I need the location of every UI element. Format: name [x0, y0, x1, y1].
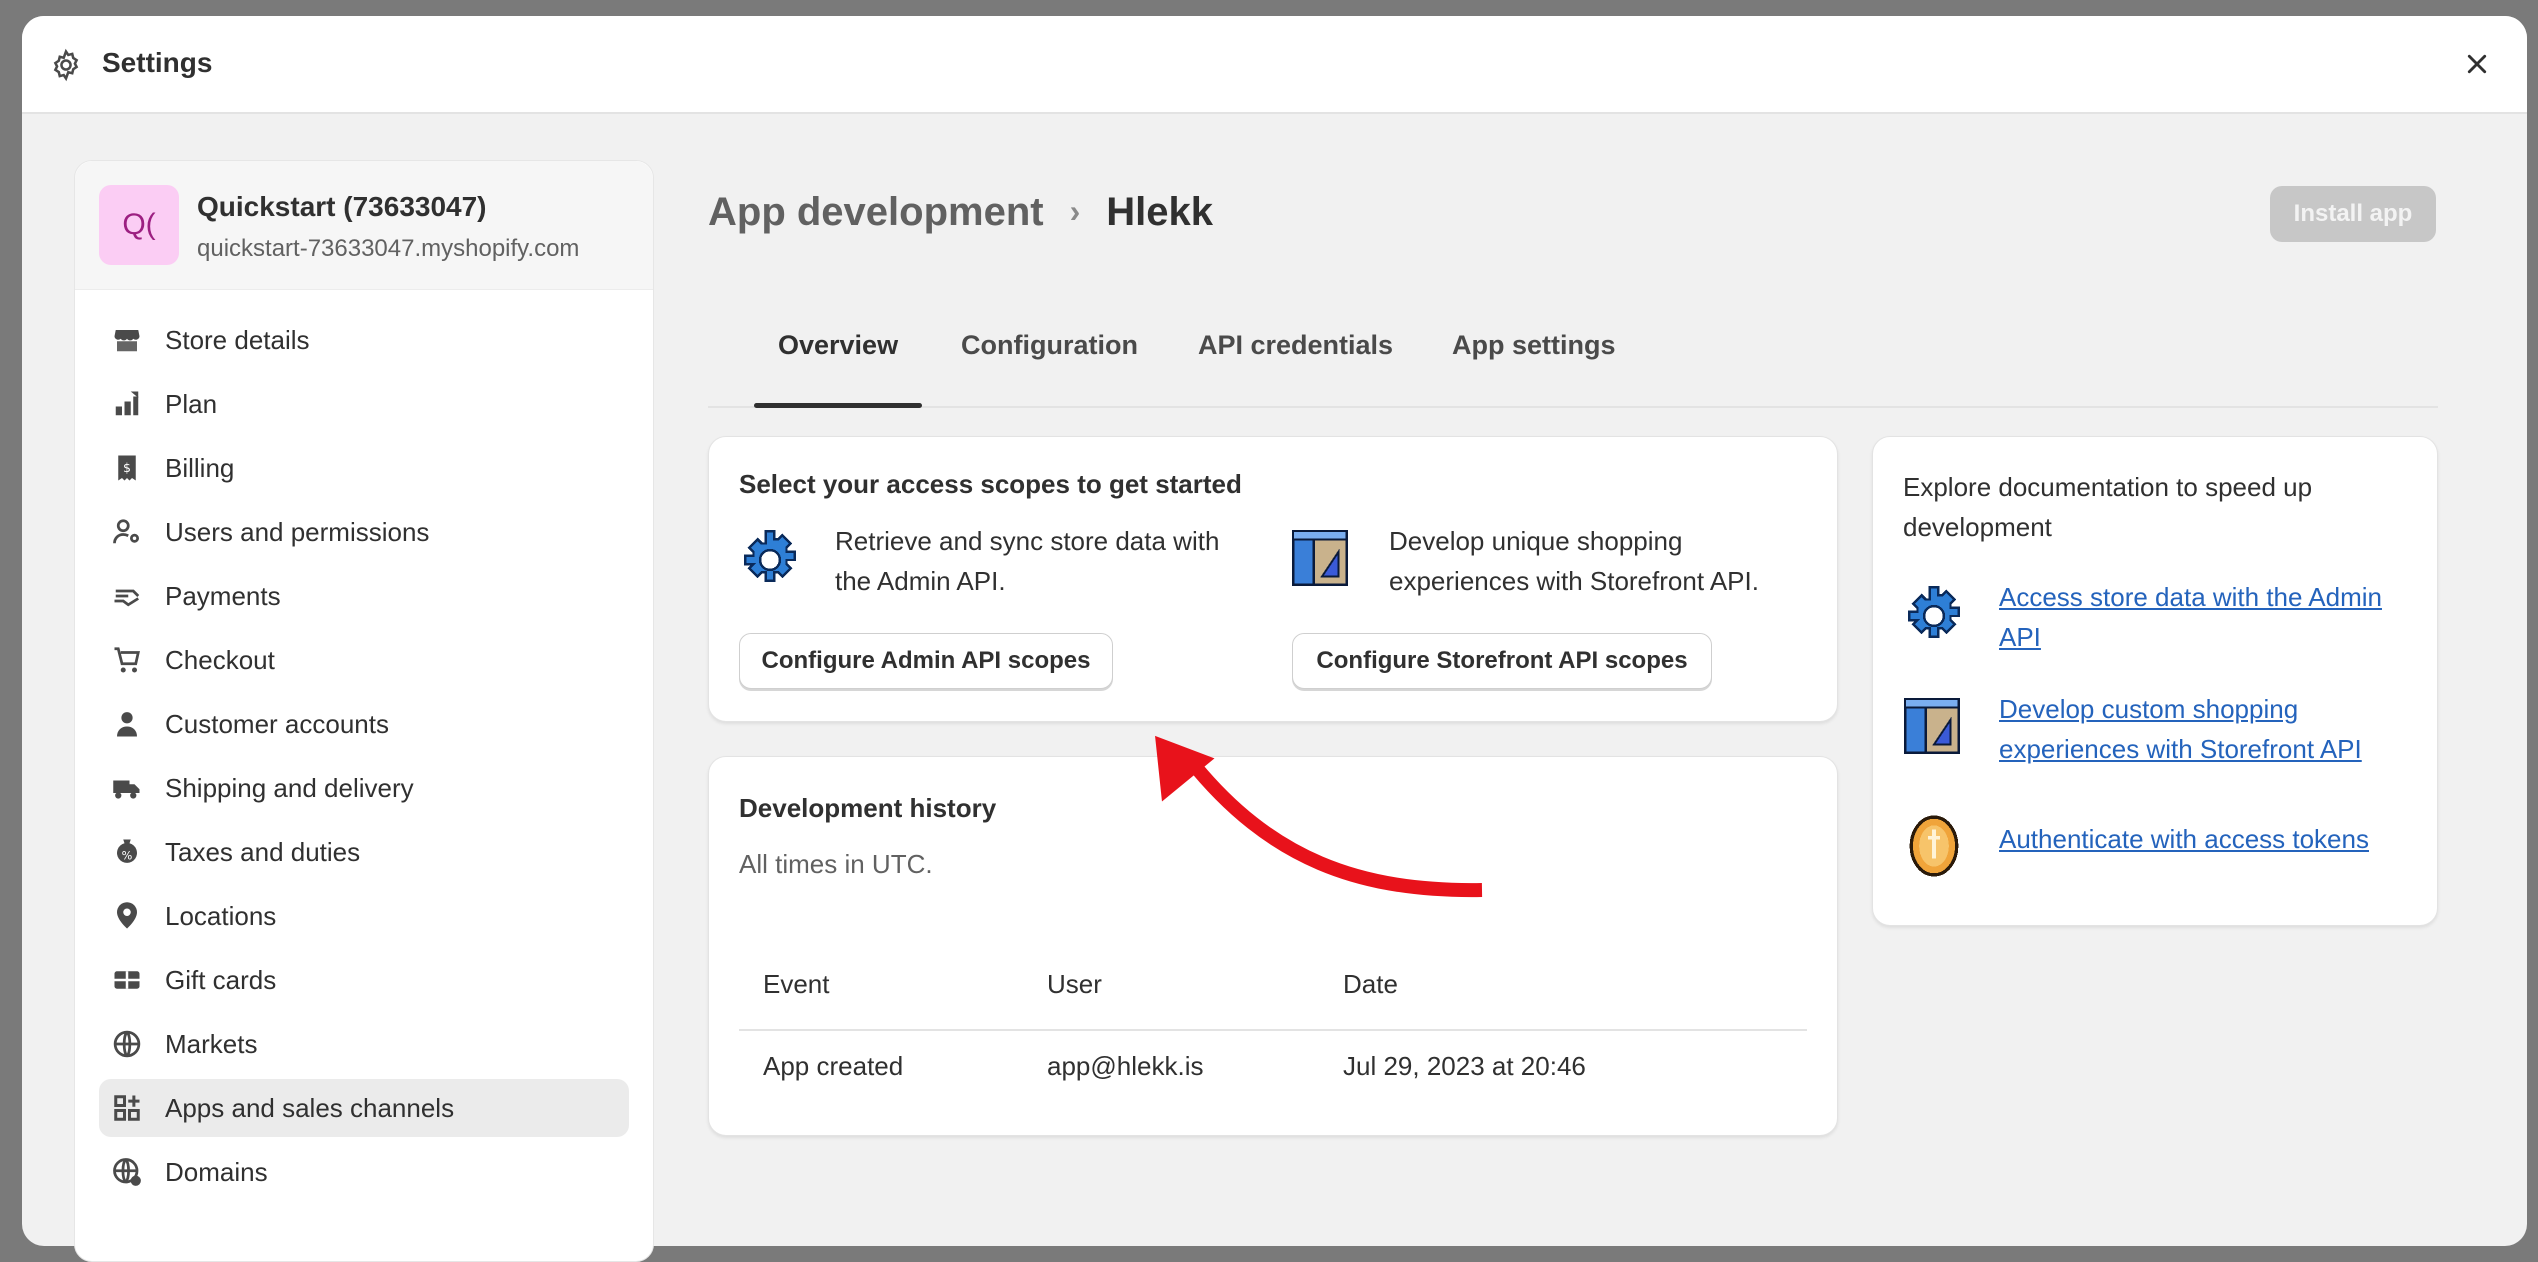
sidebar-item-label: Domains — [165, 1156, 268, 1187]
svg-text:%: % — [122, 850, 133, 863]
gift-card-icon — [109, 962, 145, 998]
sidebar-item-taxes[interactable]: % Taxes and duties — [99, 823, 629, 881]
gear-pixel-icon — [737, 527, 803, 593]
sidebar-item-label: Checkout — [165, 644, 275, 675]
chevron-right-icon: › — [1069, 193, 1081, 229]
column-header-event: Event — [763, 969, 830, 999]
domain-icon — [109, 1154, 145, 1190]
sidebar-item-store-details[interactable]: Store details — [99, 311, 629, 369]
storefront-api-description: Develop unique shopping experiences with… — [1389, 526, 1759, 596]
doc-link-admin-api[interactable]: Access store data with the Admin API — [1999, 577, 2419, 657]
store-avatar: Q( — [99, 185, 179, 265]
store-card[interactable]: Q( Quickstart (73633047) quickstart-7363… — [75, 161, 653, 290]
card-title: Development history — [739, 793, 997, 823]
sidebar-item-label: Markets — [165, 1028, 258, 1059]
sidebar-item-markets[interactable]: Markets — [99, 1015, 629, 1073]
store-domain: quickstart-73633047.myshopify.com — [197, 235, 580, 262]
coin-pixel-icon — [1901, 813, 1967, 879]
card-title: Select your access scopes to get started — [739, 469, 1242, 499]
sidebar-item-domains[interactable]: Domains — [99, 1143, 629, 1201]
sidebar-item-locations[interactable]: Locations — [99, 887, 629, 945]
sidebar-item-label: Billing — [165, 452, 235, 483]
plan-icon — [109, 386, 145, 422]
sidebar-item-customer-accounts[interactable]: Customer accounts — [99, 695, 629, 753]
sidebar-nav: Store details Plan $ Billing Users and p… — [99, 311, 629, 1207]
access-scopes-card: Select your access scopes to get started… — [708, 436, 1838, 722]
sidebar-item-gift-cards[interactable]: Gift cards — [99, 951, 629, 1009]
modal-title: Settings — [102, 47, 213, 78]
sidebar-item-label: Taxes and duties — [165, 836, 361, 867]
apps-icon — [109, 1090, 145, 1126]
tab-bar: Overview Configuration API credentials A… — [708, 330, 2438, 408]
taxes-icon: % — [109, 834, 145, 870]
documentation-card: Explore documentation to speed up develo… — [1872, 436, 2438, 926]
location-icon — [109, 898, 145, 934]
sidebar-item-billing[interactable]: $ Billing — [99, 439, 629, 497]
docs-intro: Explore documentation to speed up develo… — [1903, 472, 2313, 542]
store-icon — [109, 322, 145, 358]
users-icon — [109, 514, 145, 550]
gear-pixel-icon — [1901, 583, 1967, 649]
tools-pixel-icon — [1901, 695, 1967, 761]
store-name: Quickstart (73633047) — [197, 191, 487, 222]
sidebar-item-label: Customer accounts — [165, 708, 389, 739]
development-history-card: Development history All times in UTC. Ev… — [708, 756, 1838, 1136]
sidebar-item-label: Gift cards — [165, 964, 277, 995]
configure-storefront-api-scopes-button[interactable]: Configure Storefront API scopes — [1292, 633, 1712, 689]
doc-link-access-tokens[interactable]: Authenticate with access tokens — [1999, 819, 2419, 859]
breadcrumb-parent[interactable]: App development — [708, 190, 1044, 234]
column-header-date: Date — [1343, 969, 1398, 999]
tab-overview[interactable]: Overview — [753, 330, 923, 408]
sidebar-item-checkout[interactable]: Checkout — [99, 631, 629, 689]
sidebar-item-label: Plan — [165, 388, 218, 419]
column-header-user: User — [1047, 969, 1102, 999]
sidebar-item-users[interactable]: Users and permissions — [99, 503, 629, 561]
billing-icon: $ — [109, 450, 145, 486]
truck-icon — [109, 770, 145, 806]
date-cell: Jul 29, 2023 at 20:46 — [1343, 1051, 1586, 1081]
page-title: Hlekk — [1106, 190, 1213, 234]
globe-icon — [109, 1026, 145, 1062]
configure-admin-api-scopes-button[interactable]: Configure Admin API scopes — [739, 633, 1113, 689]
settings-gear-icon — [49, 48, 83, 82]
sidebar-item-label: Store details — [165, 324, 310, 355]
tab-app-settings[interactable]: App settings — [1452, 330, 1616, 406]
sidebar-item-plan[interactable]: Plan — [99, 375, 629, 433]
cart-icon — [109, 642, 145, 678]
sidebar-item-label: Apps and sales channels — [165, 1092, 455, 1123]
tools-pixel-icon — [1289, 527, 1355, 593]
sidebar-item-label: Payments — [165, 580, 281, 611]
table-divider — [739, 1029, 1807, 1031]
sidebar-item-apps[interactable]: Apps and sales channels — [99, 1079, 629, 1137]
admin-api-description: Retrieve and sync store data with the Ad… — [835, 526, 1220, 596]
person-icon — [109, 706, 145, 742]
timezone-note: All times in UTC. — [739, 849, 933, 879]
sidebar-item-label: Users and permissions — [165, 516, 430, 547]
breadcrumb: App development › Hlekk — [708, 190, 1213, 235]
svg-text:$: $ — [123, 460, 131, 475]
tab-configuration[interactable]: Configuration — [961, 330, 1138, 406]
sidebar-item-label: Locations — [165, 900, 277, 931]
sidebar-item-label: Shipping and delivery — [165, 772, 414, 803]
sidebar-item-payments[interactable]: Payments — [99, 567, 629, 625]
install-app-button[interactable]: Install app — [2270, 186, 2436, 242]
settings-sidebar: Q( Quickstart (73633047) quickstart-7363… — [74, 160, 654, 1262]
sidebar-item-shipping[interactable]: Shipping and delivery — [99, 759, 629, 817]
user-cell: app@hlekk.is — [1047, 1051, 1204, 1081]
event-cell: App created — [763, 1051, 904, 1081]
tab-api-credentials[interactable]: API credentials — [1198, 330, 1393, 406]
doc-link-storefront-api[interactable]: Develop custom shopping experiences with… — [1999, 689, 2419, 769]
payments-icon — [109, 578, 145, 614]
close-icon[interactable] — [2457, 44, 2497, 84]
modal-header: Settings — [22, 16, 2527, 114]
